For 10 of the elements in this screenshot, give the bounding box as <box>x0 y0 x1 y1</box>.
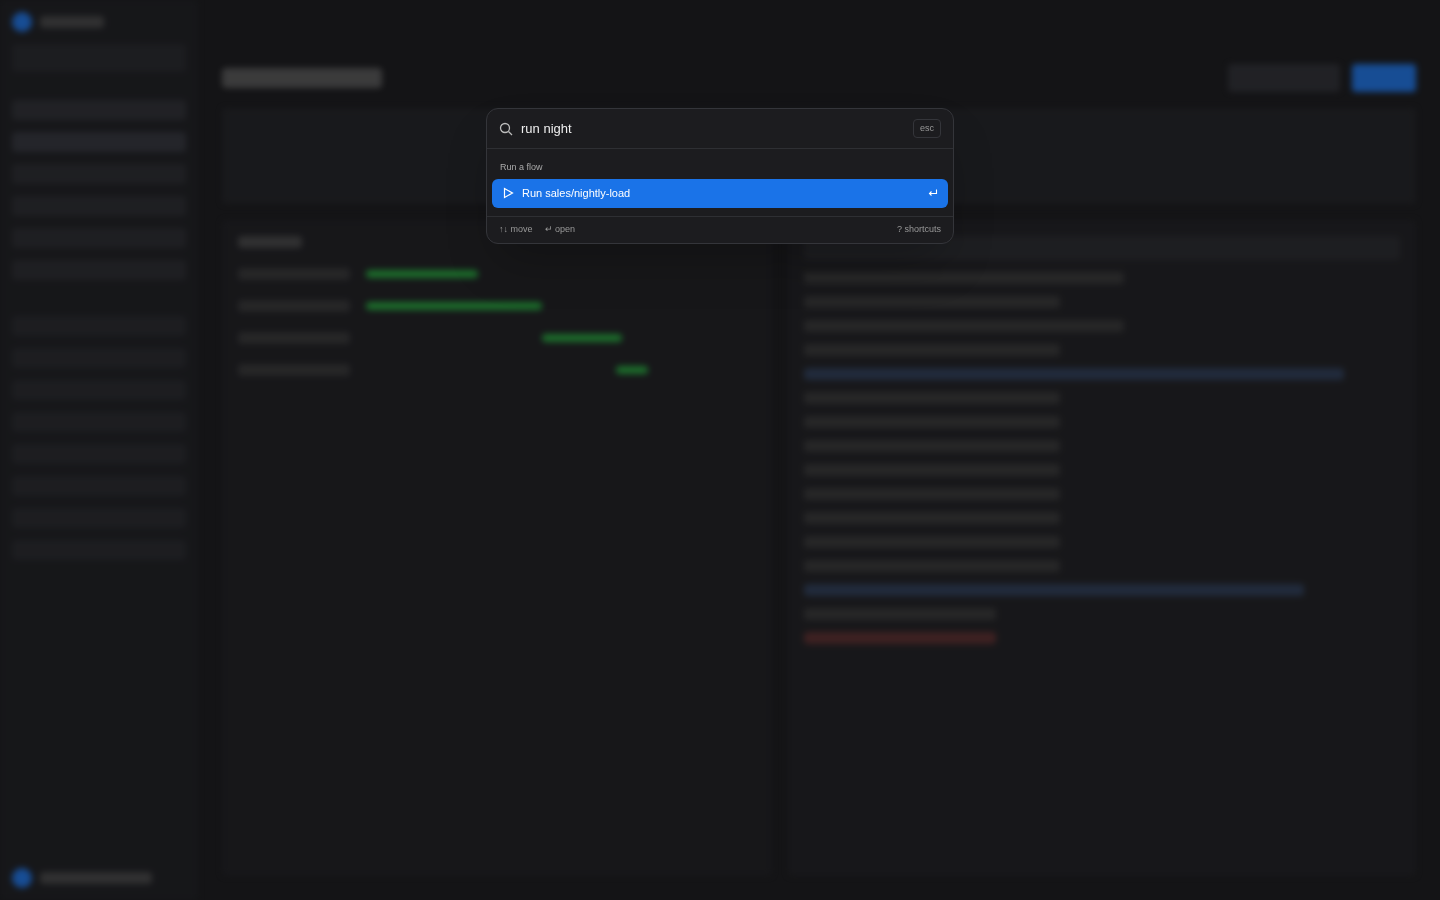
play-icon <box>502 187 514 199</box>
command-result[interactable]: Run sales/nightly-load <box>492 178 948 208</box>
esc-key: esc <box>913 118 941 139</box>
key-hint: ↑↓ move <box>499 222 533 236</box>
group-label: Run a flow <box>499 161 544 174</box>
enter-icon <box>928 188 938 198</box>
search-field[interactable]: run night <box>521 118 905 139</box>
shortcuts-hint: ? shortcuts <box>896 222 941 236</box>
key-hint: ↵ open <box>544 222 576 236</box>
search-icon <box>499 121 513 136</box>
